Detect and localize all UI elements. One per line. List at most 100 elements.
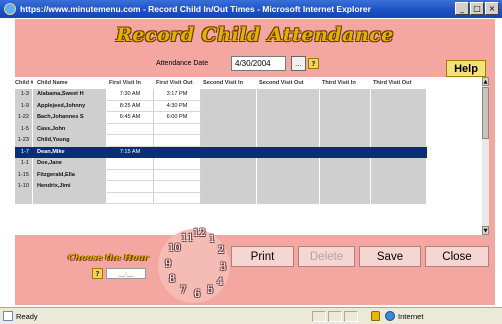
cell-second-out — [257, 181, 320, 193]
table-row[interactable]: 1-5 Cass,John — [15, 123, 482, 135]
hour-clock-picker[interactable]: 11 12 1 10 2 9 3 8 4 7 6 5 — [158, 228, 230, 303]
clock-hour-3[interactable]: 3 — [220, 262, 226, 273]
cell-third-out — [371, 123, 427, 135]
window-controls: _ □ × — [455, 2, 499, 15]
globe-icon — [385, 311, 395, 321]
table-row[interactable]: 1-23 Child,Young — [15, 135, 482, 147]
cell-first-out[interactable] — [154, 123, 201, 135]
cell-first-in[interactable] — [107, 135, 154, 147]
hour-input[interactable]: __:__ — [106, 268, 146, 279]
cell-second-in — [201, 89, 257, 101]
help-button[interactable]: Help — [446, 60, 486, 77]
col-header-third-out: Third Visit Out — [373, 80, 412, 86]
delete-button[interactable]: Delete — [298, 246, 355, 267]
clock-hour-6[interactable]: 6 — [194, 289, 200, 300]
hour-help-button[interactable]: ? — [92, 268, 103, 279]
table-row[interactable]: 1-9 Applejeed,Johnny 8:25 AM 4:30 PM — [15, 100, 482, 112]
cell-third-out — [371, 146, 427, 158]
clock-hour-4[interactable]: 4 — [217, 277, 223, 288]
cell-first-out[interactable]: 6:00 PM — [154, 112, 201, 124]
cell-first-in[interactable]: 8:25 AM — [107, 100, 154, 112]
clock-hour-8[interactable]: 8 — [169, 274, 175, 285]
cell-child-name: Fitzgerald,Ella — [33, 169, 107, 181]
save-button[interactable]: Save — [359, 246, 421, 267]
scroll-thumb[interactable] — [482, 87, 489, 139]
cell-first-in[interactable]: 7:15 AM — [107, 146, 154, 158]
col-header-first-out: First Visit Out — [156, 80, 193, 86]
window-titlebar: https://www.minutemenu.com - Record Chil… — [0, 0, 502, 18]
cell-third-in — [320, 169, 371, 181]
table-row[interactable]: 1-15 Fitzgerald,Ella — [15, 169, 482, 181]
clock-hour-2[interactable]: 2 — [218, 245, 224, 256]
cell-child-number: 1-1 — [15, 158, 33, 170]
cell-child-number — [15, 192, 33, 204]
attendance-date-label: Attendance Date — [156, 60, 209, 67]
cell-first-in[interactable] — [107, 158, 154, 170]
grid-scrollbar[interactable]: ▲ ▼ — [482, 77, 489, 235]
cell-second-out — [257, 135, 320, 147]
cell-second-in — [201, 181, 257, 193]
table-row[interactable]: 1-3 Alabama,Sweet H 7:30 AM 3:17 PM — [15, 89, 482, 101]
cell-first-in[interactable]: 7:30 AM — [107, 89, 154, 101]
clock-hour-11[interactable]: 11 — [181, 233, 194, 244]
scroll-up-button[interactable]: ▲ — [482, 77, 489, 86]
cell-first-in[interactable] — [107, 123, 154, 135]
clock-hour-7[interactable]: 7 — [180, 285, 186, 296]
close-button[interactable]: Close — [425, 246, 489, 267]
cell-third-in — [320, 100, 371, 112]
table-row[interactable]: 1-1 Doe,Jane — [15, 158, 482, 170]
cell-child-number: 1-5 — [15, 123, 33, 135]
close-window-button[interactable]: × — [485, 2, 499, 15]
cell-child-number: 1-15 — [15, 169, 33, 181]
status-pane-3 — [344, 311, 358, 322]
clock-hour-5[interactable]: 5 — [207, 285, 213, 296]
cell-child-name: Doe,Jane — [33, 158, 107, 170]
clock-hour-10[interactable]: 10 — [168, 243, 181, 254]
cell-first-in[interactable] — [107, 169, 154, 181]
table-row[interactable] — [15, 192, 482, 204]
table-row[interactable]: 1-22 Bach,Johannes S 6:45 AM 6:00 PM — [15, 112, 482, 124]
page-heading: Record Child Attendance — [116, 24, 394, 46]
cell-first-out[interactable] — [154, 192, 201, 204]
maximize-button[interactable]: □ — [470, 2, 484, 15]
window-title: https://www.minutemenu.com - Record Chil… — [20, 4, 371, 14]
cell-third-in — [320, 192, 371, 204]
cell-third-out — [371, 112, 427, 124]
attendance-grid: Child # Child Name First Visit In First … — [15, 77, 489, 235]
ie-logo-icon — [4, 3, 16, 15]
cell-first-out[interactable] — [154, 135, 201, 147]
status-bar: Ready Internet — [0, 307, 502, 324]
cell-first-in[interactable] — [107, 181, 154, 193]
cell-third-out — [371, 135, 427, 147]
cell-child-name: Hendrix,Jimi — [33, 181, 107, 193]
clock-hour-1[interactable]: 1 — [209, 234, 215, 245]
cell-second-in — [201, 112, 257, 124]
scroll-down-button[interactable]: ▼ — [482, 226, 489, 235]
cell-first-in[interactable] — [107, 192, 154, 204]
table-row[interactable]: 1-7 Dean,Mike 7:15 AM — [15, 146, 482, 158]
cell-first-out[interactable]: 3:17 PM — [154, 89, 201, 101]
cell-first-out[interactable] — [154, 146, 201, 158]
cell-child-number: 1-3 — [15, 89, 33, 101]
col-header-child-name: Child Name — [37, 80, 68, 86]
clock-hour-9[interactable]: 9 — [165, 259, 171, 270]
date-help-button[interactable]: ? — [308, 58, 319, 69]
cell-first-out[interactable] — [154, 181, 201, 193]
cell-first-out[interactable] — [154, 158, 201, 170]
print-button[interactable]: Print — [231, 246, 294, 267]
calendar-button[interactable]: ... — [291, 56, 306, 71]
cell-third-out — [371, 181, 427, 193]
table-row[interactable]: 1-10 Hendrix,Jimi — [15, 181, 482, 193]
cell-second-out — [257, 123, 320, 135]
minimize-button[interactable]: _ — [455, 2, 469, 15]
cell-child-number: 1-9 — [15, 100, 33, 112]
cell-first-out[interactable]: 4:30 PM — [154, 100, 201, 112]
clock-hour-12[interactable]: 12 — [193, 228, 206, 239]
cell-third-in — [320, 89, 371, 101]
cell-third-in — [320, 123, 371, 135]
attendance-date-input[interactable]: 4/30/2004 — [231, 56, 286, 71]
cell-first-in[interactable]: 6:45 AM — [107, 112, 154, 124]
cell-second-in — [201, 158, 257, 170]
cell-first-out[interactable] — [154, 169, 201, 181]
status-text: Ready — [16, 311, 38, 321]
